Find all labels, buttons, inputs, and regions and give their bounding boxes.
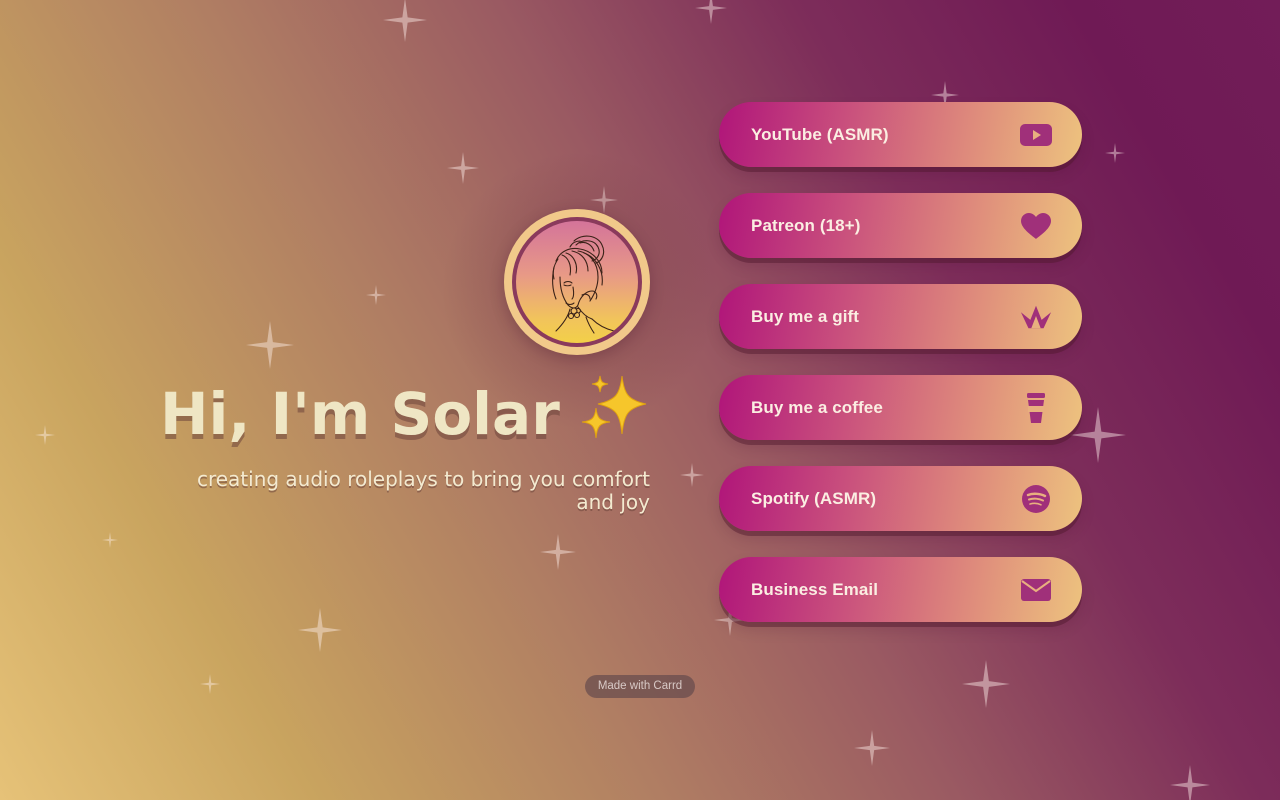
avatar-ring bbox=[512, 217, 642, 347]
crown-icon bbox=[1020, 301, 1052, 333]
page-title-text: Hi, I'm Solar bbox=[159, 380, 560, 448]
link-label: Buy me a coffee bbox=[751, 397, 883, 417]
link-label: Buy me a gift bbox=[751, 306, 860, 326]
link-label: Spotify (ASMR) bbox=[751, 488, 877, 508]
link-label: Business Email bbox=[751, 579, 879, 599]
spotify-icon bbox=[1020, 483, 1052, 515]
link-label: Patreon (18+) bbox=[751, 215, 861, 235]
envelope-icon bbox=[1020, 574, 1052, 606]
heart-icon bbox=[1020, 210, 1052, 242]
page-subtitle: creating audio roleplays to bring you co… bbox=[196, 467, 650, 514]
page-title: Hi, I'm Solar bbox=[160, 372, 650, 454]
link-list: YouTube (ASMR) Patreon (18+) Buy me a gi… bbox=[719, 102, 1082, 648]
sparkles-emoji-icon bbox=[580, 375, 650, 448]
youtube-icon bbox=[1020, 119, 1052, 151]
youtube-asmr-button[interactable]: YouTube (ASMR) bbox=[719, 102, 1082, 167]
spotify-asmr-button[interactable]: Spotify (ASMR) bbox=[719, 466, 1082, 531]
buy-coffee-button[interactable]: Buy me a coffee bbox=[719, 375, 1082, 440]
patreon-button[interactable]: Patreon (18+) bbox=[719, 193, 1082, 258]
buy-gift-button[interactable]: Buy me a gift bbox=[719, 284, 1082, 349]
made-with-carrd-badge[interactable]: Made with Carrd bbox=[585, 675, 695, 698]
avatar-portrait-drawing bbox=[516, 221, 638, 343]
business-email-button[interactable]: Business Email bbox=[719, 557, 1082, 622]
link-label: YouTube (ASMR) bbox=[751, 124, 889, 144]
coffee-cup-icon bbox=[1020, 392, 1052, 424]
portrait-line-art-icon bbox=[552, 235, 615, 334]
avatar bbox=[504, 209, 650, 355]
